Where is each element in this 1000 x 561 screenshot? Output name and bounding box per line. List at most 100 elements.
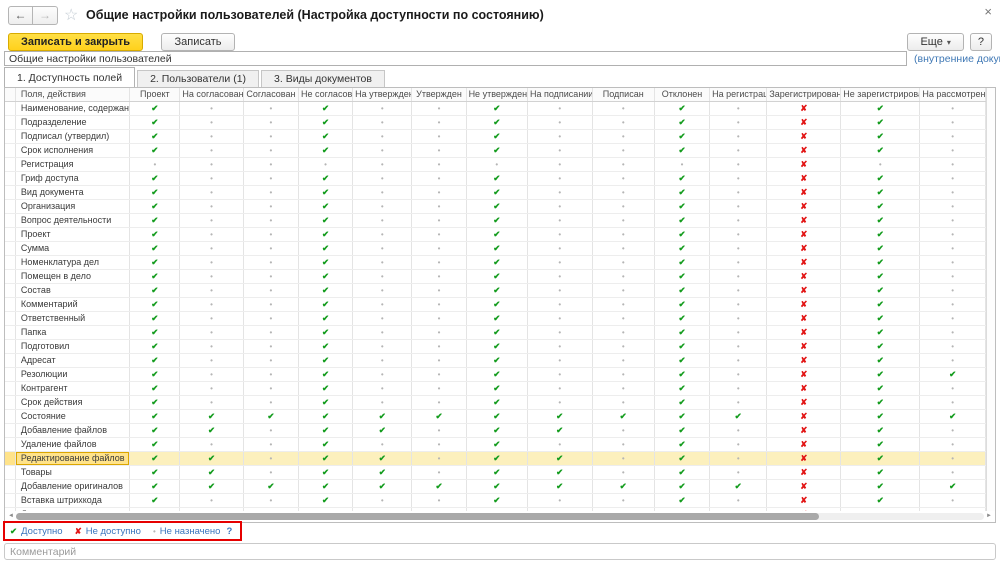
row-label[interactable]: Вставка штрихкода: [15, 493, 129, 507]
access-cell-not-assigned[interactable]: •: [180, 297, 243, 311]
access-cell-not-assigned[interactable]: •: [412, 353, 466, 367]
row-label[interactable]: Гриф доступа: [15, 171, 129, 185]
access-cell-available[interactable]: ✔: [920, 409, 986, 423]
access-cell-available[interactable]: ✔: [527, 465, 592, 479]
access-cell-not-assigned[interactable]: •: [527, 129, 592, 143]
access-cell-available[interactable]: ✔: [298, 101, 352, 115]
access-cell-available[interactable]: ✔: [130, 437, 180, 451]
access-cell-available[interactable]: ✔: [130, 115, 180, 129]
access-cell-not-assigned[interactable]: •: [412, 325, 466, 339]
access-cell-available[interactable]: ✔: [130, 325, 180, 339]
access-cell-not-available[interactable]: ✘: [767, 227, 841, 241]
access-cell-available[interactable]: ✔: [298, 353, 352, 367]
row-label[interactable]: Организация: [15, 199, 129, 213]
access-cell-not-assigned[interactable]: •: [710, 465, 767, 479]
legend-label[interactable]: Доступно: [21, 526, 62, 537]
access-cell-available[interactable]: ✔: [654, 241, 709, 255]
access-cell-not-assigned[interactable]: •: [412, 241, 466, 255]
access-cell-available[interactable]: ✔: [243, 479, 298, 493]
access-cell-not-assigned[interactable]: •: [243, 437, 298, 451]
access-cell-not-assigned[interactable]: •: [527, 157, 592, 171]
access-cell-not-assigned[interactable]: •: [710, 199, 767, 213]
access-cell-not-assigned[interactable]: •: [353, 325, 412, 339]
row-label[interactable]: Резолюции: [15, 367, 129, 381]
access-cell-available[interactable]: ✔: [130, 493, 180, 507]
access-cell-not-assigned[interactable]: •: [353, 185, 412, 199]
access-cell-not-available[interactable]: ✘: [767, 409, 841, 423]
access-cell-available[interactable]: ✔: [353, 479, 412, 493]
access-cell-not-assigned[interactable]: •: [592, 437, 654, 451]
access-cell-available[interactable]: ✔: [654, 479, 709, 493]
access-cell-not-assigned[interactable]: •: [180, 185, 243, 199]
access-cell-not-assigned[interactable]: •: [353, 493, 412, 507]
access-cell-not-available[interactable]: ✘: [767, 451, 841, 465]
access-cell-not-assigned[interactable]: •: [592, 143, 654, 157]
access-cell-not-assigned[interactable]: •: [180, 227, 243, 241]
access-cell-not-assigned[interactable]: •: [592, 241, 654, 255]
access-cell-available[interactable]: ✔: [466, 213, 527, 227]
row-selector[interactable]: [5, 227, 15, 241]
access-cell-not-assigned[interactable]: •: [527, 199, 592, 213]
access-cell-not-assigned[interactable]: •: [527, 325, 592, 339]
access-cell-not-assigned[interactable]: •: [920, 423, 986, 437]
row-label[interactable]: Регистрация: [15, 157, 129, 171]
access-cell-not-assigned[interactable]: •: [592, 199, 654, 213]
access-cell-not-assigned[interactable]: •: [412, 227, 466, 241]
column-header[interactable]: Не зарегистрирован: [841, 88, 920, 101]
access-cell-not-assigned[interactable]: •: [592, 185, 654, 199]
access-cell-not-assigned[interactable]: •: [180, 199, 243, 213]
access-cell-not-assigned[interactable]: •: [180, 367, 243, 381]
access-cell-not-assigned[interactable]: •: [592, 381, 654, 395]
access-cell-available[interactable]: ✔: [466, 283, 527, 297]
access-cell-available[interactable]: ✔: [298, 143, 352, 157]
access-cell-available[interactable]: ✔: [841, 423, 920, 437]
access-cell-available[interactable]: ✔: [654, 297, 709, 311]
access-cell-available[interactable]: ✔: [298, 339, 352, 353]
access-cell-available[interactable]: ✔: [180, 451, 243, 465]
access-cell-available[interactable]: ✔: [298, 283, 352, 297]
access-cell-available[interactable]: ✔: [466, 395, 527, 409]
access-cell-available[interactable]: ✔: [654, 129, 709, 143]
access-cell-not-assigned[interactable]: •: [920, 171, 986, 185]
access-cell-not-assigned[interactable]: •: [412, 283, 466, 297]
access-cell-available[interactable]: ✔: [841, 493, 920, 507]
access-cell-available[interactable]: ✔: [466, 115, 527, 129]
access-cell-available[interactable]: ✔: [243, 409, 298, 423]
access-cell-not-available[interactable]: ✘: [767, 283, 841, 297]
row-label[interactable]: Подразделение: [15, 115, 129, 129]
legend-label[interactable]: Не доступно: [86, 526, 141, 537]
access-cell-not-assigned[interactable]: •: [243, 115, 298, 129]
access-cell-not-assigned[interactable]: •: [527, 297, 592, 311]
row-selector[interactable]: [5, 129, 15, 143]
access-cell-available[interactable]: ✔: [298, 465, 352, 479]
row-label[interactable]: Адресат: [15, 353, 129, 367]
access-cell-available[interactable]: ✔: [654, 465, 709, 479]
access-cell-not-assigned[interactable]: •: [180, 395, 243, 409]
access-cell-not-assigned[interactable]: •: [180, 437, 243, 451]
column-header[interactable]: Зарегистрирован: [767, 88, 841, 101]
tab-document-types[interactable]: 3. Виды документов: [261, 70, 385, 87]
access-cell-not-assigned[interactable]: •: [180, 269, 243, 283]
row-label[interactable]: Товары: [15, 465, 129, 479]
row-label[interactable]: Контрагент: [15, 381, 129, 395]
access-cell-not-assigned[interactable]: •: [412, 339, 466, 353]
row-selector[interactable]: [5, 451, 15, 465]
access-cell-available[interactable]: ✔: [841, 129, 920, 143]
access-cell-not-assigned[interactable]: •: [243, 325, 298, 339]
access-cell-not-assigned[interactable]: •: [353, 297, 412, 311]
access-cell-available[interactable]: ✔: [130, 185, 180, 199]
scroll-right-icon[interactable]: ►: [986, 513, 992, 520]
access-cell-available[interactable]: ✔: [654, 255, 709, 269]
access-cell-not-available[interactable]: ✘: [767, 325, 841, 339]
access-cell-available[interactable]: ✔: [130, 227, 180, 241]
access-cell-not-assigned[interactable]: •: [180, 115, 243, 129]
access-cell-available[interactable]: ✔: [841, 367, 920, 381]
access-cell-not-assigned[interactable]: •: [412, 269, 466, 283]
scrollbar-thumb[interactable]: [16, 513, 820, 520]
access-cell-not-assigned[interactable]: •: [243, 101, 298, 115]
access-cell-available[interactable]: ✔: [654, 409, 709, 423]
scroll-left-icon[interactable]: ◄: [8, 513, 14, 520]
access-cell-not-assigned[interactable]: •: [353, 367, 412, 381]
access-cell-not-assigned[interactable]: •: [710, 451, 767, 465]
access-cell-available[interactable]: ✔: [920, 367, 986, 381]
